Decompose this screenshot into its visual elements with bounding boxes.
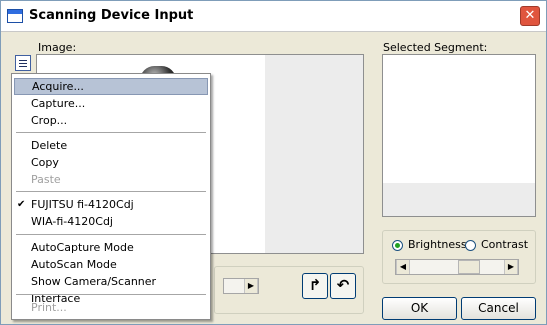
menu-item-label: WIA-fi-4120Cdj — [31, 215, 113, 228]
menu-separator — [16, 132, 206, 133]
close-icon: ✕ — [524, 8, 536, 23]
menu-separator — [16, 191, 206, 192]
window-title: Scanning Device Input — [29, 8, 194, 23]
scroll-right-icon[interactable]: ▶ — [244, 279, 258, 293]
adjust-slider[interactable]: ◀ ▶ — [395, 259, 519, 275]
menu-item-label: AutoScan Mode — [31, 258, 117, 271]
menu-separator — [16, 234, 206, 235]
menu-item-capture[interactable]: Capture... — [14, 95, 208, 112]
image-empty-area — [265, 55, 363, 253]
app-window-icon — [7, 9, 23, 23]
rotate-left-button[interactable]: ↶ — [330, 273, 356, 299]
image-label: Image: — [38, 41, 77, 54]
menu-item-label: Acquire... — [32, 80, 84, 93]
menu-item-fujitsu[interactable]: ✔ FUJITSU fi-4120Cdj — [14, 196, 208, 213]
menu-item-autocapture[interactable]: AutoCapture Mode — [14, 239, 208, 256]
menu-item-wia[interactable]: WIA-fi-4120Cdj — [14, 213, 208, 230]
title-bar[interactable]: Scanning Device Input ✕ — [1, 1, 546, 32]
image-hscroll[interactable]: ▶ — [223, 278, 259, 294]
ok-button[interactable]: OK — [382, 297, 457, 320]
cancel-button[interactable]: Cancel — [461, 297, 536, 320]
menu-item-label: Paste — [31, 173, 61, 186]
menu-item-label: Print... — [31, 301, 67, 314]
menu-item-label: FUJITSU fi-4120Cdj — [31, 198, 134, 211]
scanning-device-input-window: Scanning Device Input ✕ Image: Selected … — [0, 0, 547, 325]
menu-item-label: Delete — [31, 139, 68, 152]
menu-item-autoscan[interactable]: AutoScan Mode — [14, 256, 208, 273]
menu-item-label: Copy — [31, 156, 59, 169]
segment-empty-area — [383, 183, 535, 216]
contrast-label: Contrast — [481, 238, 529, 251]
rotate-right-button[interactable]: ↱ — [302, 273, 328, 299]
scroll-left-icon[interactable]: ◀ — [396, 260, 410, 274]
image-context-menu: Acquire... Capture... Crop... Delete Cop… — [11, 73, 211, 320]
menu-item-acquire[interactable]: Acquire... — [14, 78, 208, 95]
brightness-label: Brightness — [408, 238, 467, 251]
menu-item-copy[interactable]: Copy — [14, 154, 208, 171]
image-menu-icon[interactable] — [15, 55, 31, 71]
menu-item-crop[interactable]: Crop... — [14, 112, 208, 129]
contrast-radio[interactable] — [465, 240, 476, 251]
selected-segment-panel — [382, 54, 536, 217]
menu-item-label: Capture... — [31, 97, 86, 110]
menu-separator — [16, 294, 206, 295]
scroll-right-icon[interactable]: ▶ — [504, 260, 518, 274]
rotate-left-icon: ↶ — [336, 276, 350, 294]
menu-item-label: Crop... — [31, 114, 68, 127]
slider-thumb[interactable] — [458, 260, 480, 274]
rotate-right-icon: ↱ — [308, 276, 322, 294]
menu-item-show-interface[interactable]: Show Camera/Scanner Interface — [14, 273, 208, 305]
menu-item-paste: Paste — [14, 171, 208, 188]
menu-item-delete[interactable]: Delete — [14, 137, 208, 154]
close-button[interactable]: ✕ — [520, 6, 540, 26]
menu-item-print: Print... — [14, 299, 208, 316]
checkmark-icon: ✔ — [17, 199, 26, 210]
selected-segment-label: Selected Segment: — [383, 41, 488, 54]
menu-item-label: AutoCapture Mode — [31, 241, 134, 254]
brightness-radio[interactable] — [392, 240, 403, 251]
